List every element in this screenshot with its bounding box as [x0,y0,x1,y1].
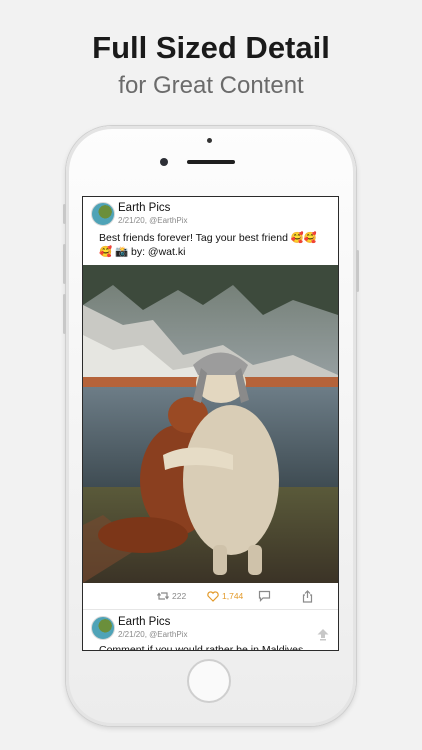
post-header[interactable]: Earth Pics 2/21/20, @EarthPix [91,202,331,228]
avatar[interactable] [91,202,115,226]
post-author[interactable]: Earth Pics [118,616,170,628]
post-meta: 2/21/20, @EarthPix [118,630,188,639]
heart-icon [207,590,219,602]
like-count: 1,744 [222,591,244,601]
mute-switch [63,204,66,224]
power-button [356,250,359,292]
post-meta: 2/21/20, @EarthPix [118,216,188,225]
reply-button[interactable] [258,589,271,603]
retweet-button[interactable]: 222 [157,589,186,603]
volume-down-button [63,294,66,334]
post-image[interactable] [83,265,338,583]
post-text: Comment if you would rather be in Maldiv… [99,644,304,651]
scroll-to-top-icon[interactable] [316,627,330,641]
phone-frame: Earth Pics 2/21/20, @EarthPix Best frien… [63,126,359,726]
retweet-icon [157,592,169,600]
proximity-sensor [207,138,212,143]
post-text: Best friends forever! Tag your best frie… [99,232,317,258]
promo-subheadline: for Great Content [118,72,304,99]
volume-up-button [63,244,66,284]
avatar[interactable] [91,616,115,640]
post-header[interactable]: Earth Pics 2/21/20, @EarthPix [91,616,331,642]
share-icon [302,589,313,603]
share-button[interactable] [302,589,313,603]
promo-headline: Full Sized Detail [92,30,330,65]
post-divider [83,609,338,610]
earpiece-speaker [187,160,235,164]
front-camera [160,158,168,166]
home-button[interactable] [187,659,231,703]
post-author[interactable]: Earth Pics [118,202,170,214]
comment-icon [258,590,271,602]
phone-screen: Earth Pics 2/21/20, @EarthPix Best frien… [82,196,339,651]
retweet-count: 222 [172,591,187,601]
post-actions-bar: 222 1,744 [83,589,338,605]
like-button[interactable]: 1,744 [207,589,243,603]
